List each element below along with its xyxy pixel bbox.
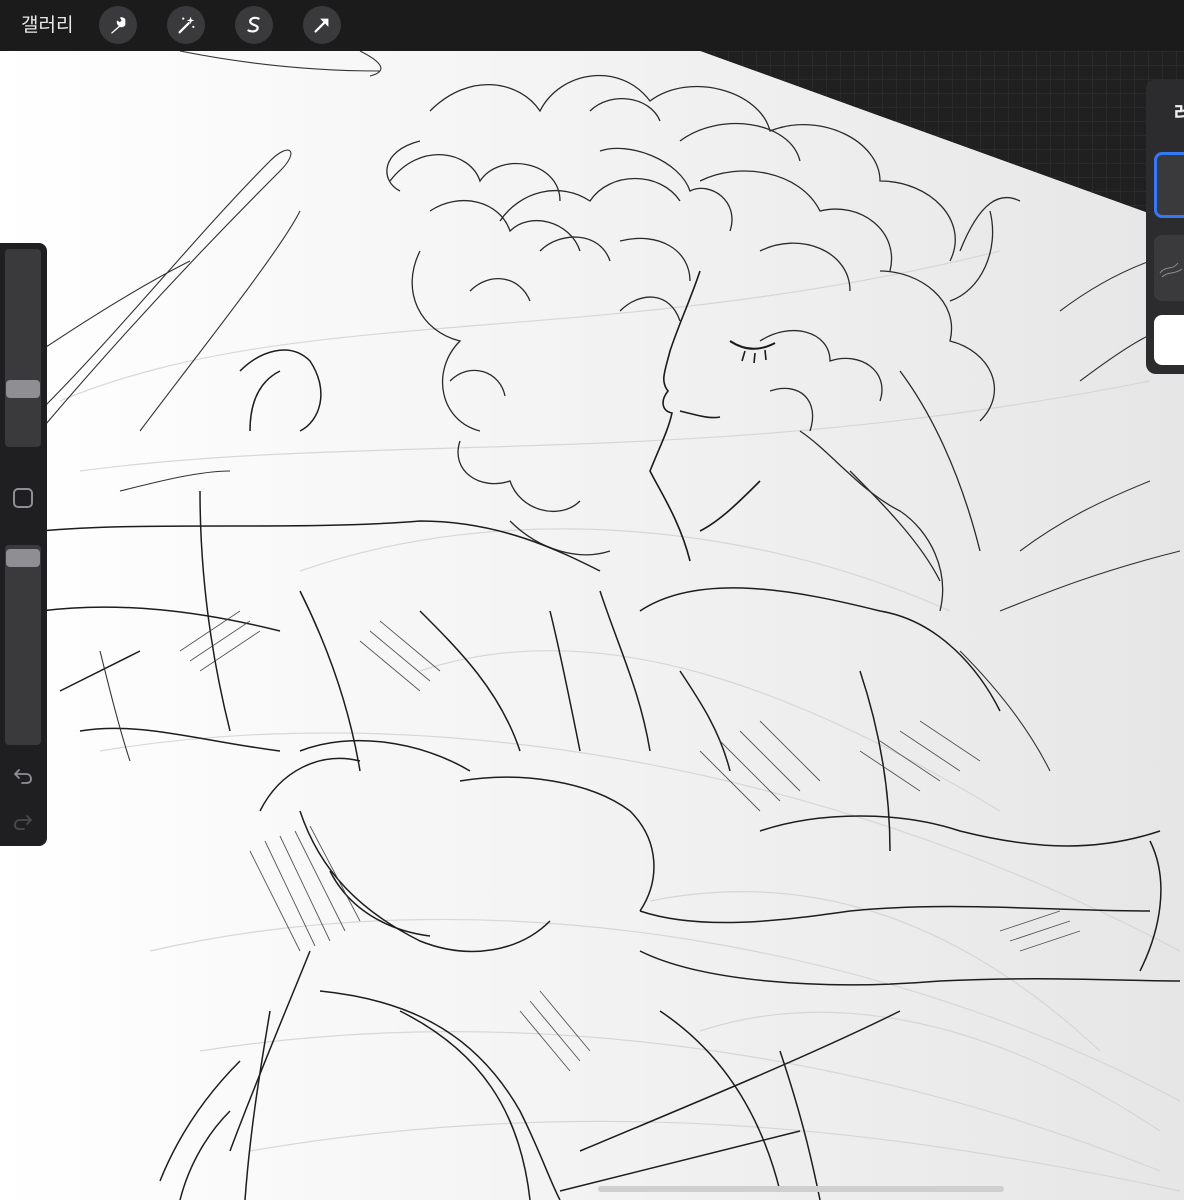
undo-icon [14, 769, 32, 784]
opacity-thumb[interactable] [6, 548, 40, 567]
magic-wand-icon [178, 16, 195, 34]
brush-size-thumb[interactable] [6, 380, 40, 399]
selection-icon [247, 16, 260, 33]
redo-button[interactable] [11, 810, 35, 834]
sketch-artwork [0, 50, 1184, 1200]
procreate-app: 갤러리 레 [0, 0, 1184, 1200]
drawing-canvas[interactable] [0, 50, 1184, 1200]
layer-2[interactable] [1154, 235, 1184, 301]
layer-1[interactable] [1154, 152, 1184, 218]
undo-button[interactable] [11, 764, 35, 788]
background-color-layer[interactable] [1154, 315, 1184, 365]
actions-button[interactable] [99, 6, 137, 44]
redo-icon [14, 815, 32, 830]
layers-title: 레 [1174, 101, 1184, 125]
transform-arrow-icon [314, 18, 329, 33]
left-sidebar [0, 243, 47, 846]
home-indicator [598, 1186, 1004, 1192]
gallery-button[interactable]: 갤러리 [21, 12, 73, 38]
layers-panel: 레 [1146, 79, 1184, 374]
top-toolbar: 갤러리 [0, 0, 1184, 51]
wrench-icon [111, 17, 126, 34]
opacity-slider[interactable] [5, 545, 41, 745]
layer-thumbnail-sketch [1159, 262, 1183, 278]
transform-button[interactable] [303, 6, 341, 44]
brush-size-slider[interactable] [5, 249, 41, 447]
adjustments-button[interactable] [167, 6, 205, 44]
modify-button[interactable] [13, 488, 33, 508]
selection-button[interactable] [235, 6, 273, 44]
